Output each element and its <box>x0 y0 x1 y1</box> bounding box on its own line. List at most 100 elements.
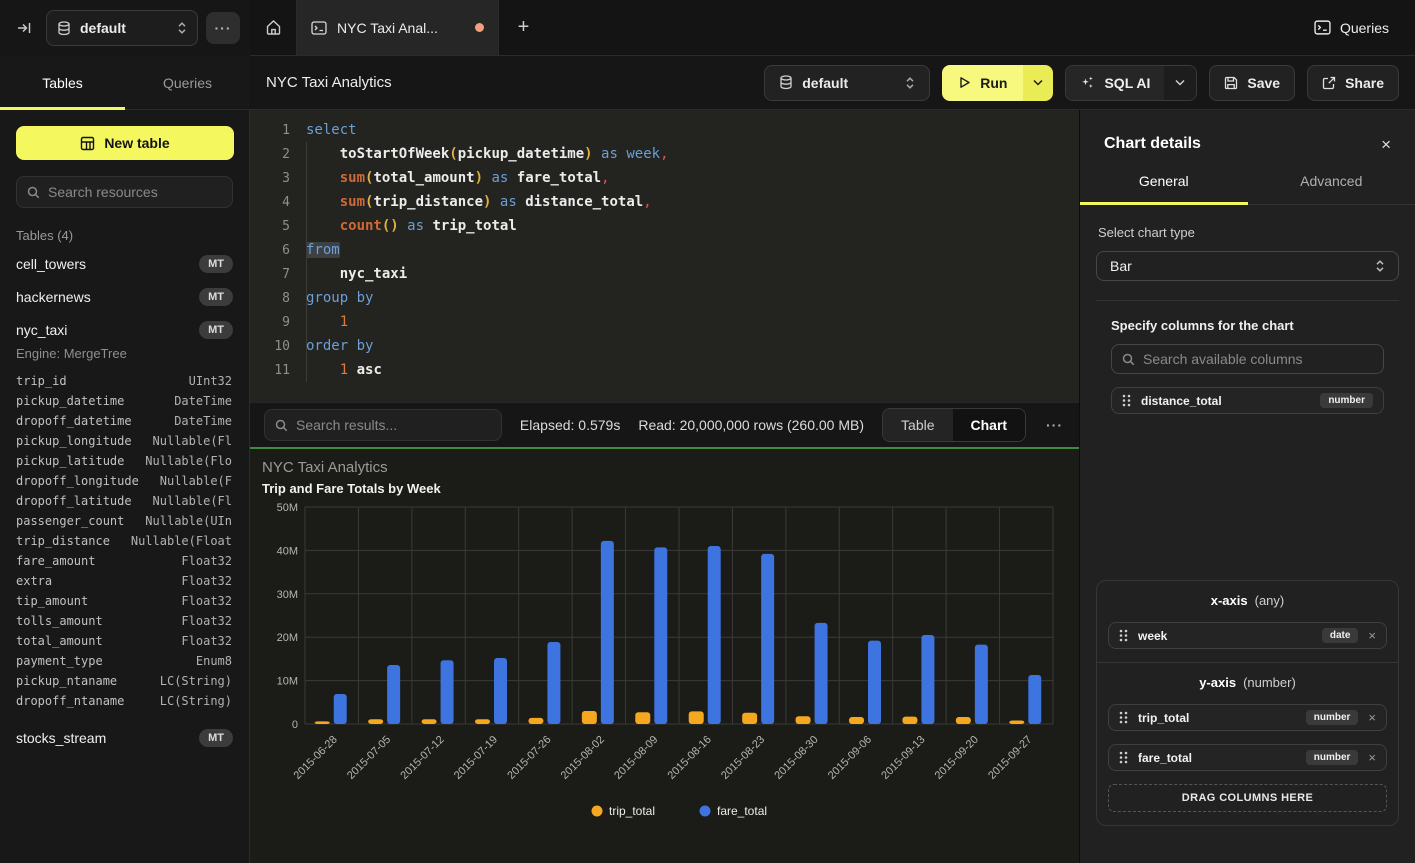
legend-trip-total[interactable]: trip_total <box>609 804 655 818</box>
table-row-hackernews[interactable]: hackernewsMT <box>0 280 249 313</box>
sidebar-tab-queries[interactable]: Queries <box>125 56 250 109</box>
bar-trip-total[interactable] <box>475 719 490 724</box>
sql-ai-options-button[interactable] <box>1164 66 1196 100</box>
remove-column-button[interactable]: × <box>1368 711 1376 724</box>
bar-fare-total[interactable] <box>1028 675 1041 724</box>
sidebar-database-value: default <box>80 20 168 36</box>
drag-handle-icon[interactable] <box>1122 394 1131 407</box>
bar-trip-total[interactable] <box>422 719 437 724</box>
drop-zone[interactable]: DRAG COLUMNS HERE <box>1108 784 1387 812</box>
column-name: dropoff_ntaname <box>16 694 124 708</box>
svg-text:10M: 10M <box>277 676 298 688</box>
bar-trip-total[interactable] <box>849 717 864 724</box>
column-chip-name: week <box>1138 629 1312 643</box>
column-type: Nullable(Fl <box>153 494 232 508</box>
remove-column-button[interactable]: × <box>1368 751 1376 764</box>
bar-fare-total[interactable] <box>387 665 400 724</box>
run-options-button[interactable] <box>1023 65 1053 101</box>
save-button[interactable]: Save <box>1209 65 1295 101</box>
legend-fare-total[interactable]: fare_total <box>717 804 767 818</box>
sql-ai-button[interactable]: SQL AI <box>1066 66 1164 100</box>
table-row-cell_towers[interactable]: cell_towersMT <box>0 247 249 280</box>
bar-trip-total[interactable] <box>689 711 704 724</box>
drag-handle-icon[interactable] <box>1119 629 1128 642</box>
sidebar-tab-tables[interactable]: Tables <box>0 56 125 109</box>
column-name: pickup_latitude <box>16 454 124 468</box>
share-button[interactable]: Share <box>1307 65 1399 101</box>
queries-button[interactable]: Queries <box>1314 20 1389 36</box>
bar-fare-total[interactable] <box>761 554 774 724</box>
bar-fare-total[interactable] <box>547 642 560 724</box>
drag-handle-icon[interactable] <box>1119 711 1128 724</box>
column-name: dropoff_longitude <box>16 474 139 488</box>
table-row-stocks_stream[interactable]: stocks_streamMT <box>0 721 249 754</box>
bar-trip-total[interactable] <box>1009 721 1024 724</box>
bar-fare-total[interactable] <box>868 641 881 724</box>
sql-editor[interactable]: 1select2 toStartOfWeek(pickup_datetime) … <box>250 110 1079 402</box>
bar-trip-total[interactable] <box>368 719 383 724</box>
terminal-icon <box>311 21 327 35</box>
sidebar-more-button[interactable]: ··· <box>206 12 240 44</box>
query-tab-nyc-taxi[interactable]: NYC Taxi Anal... <box>297 0 499 55</box>
home-icon <box>265 19 282 36</box>
bar-fare-total[interactable] <box>601 541 614 724</box>
column-chip-fare_total[interactable]: fare_totalnumber× <box>1108 744 1387 771</box>
tab-general[interactable]: General <box>1080 173 1248 204</box>
new-table-button[interactable]: New table <box>16 126 234 160</box>
columns-search-input[interactable] <box>1143 351 1373 367</box>
bar-trip-total[interactable] <box>528 718 543 724</box>
sidebar-database-selector[interactable]: default <box>46 10 198 46</box>
results-more-button[interactable]: ··· <box>1044 417 1065 433</box>
new-tab-button[interactable]: + <box>499 0 548 55</box>
bar-chart[interactable]: 010M20M30M40M50M2015-06-282015-07-052015… <box>262 500 1067 840</box>
column-row: tolls_amountFloat32 <box>0 611 249 631</box>
bar-fare-total[interactable] <box>708 546 721 724</box>
table-name: cell_towers <box>16 256 86 272</box>
bar-fare-total[interactable] <box>441 660 454 724</box>
run-button[interactable]: Run <box>942 65 1023 101</box>
code-text: order by <box>290 334 373 358</box>
bar-trip-total[interactable] <box>796 716 811 724</box>
column-name: extra <box>16 574 52 588</box>
close-panel-button[interactable]: × <box>1381 136 1391 153</box>
bar-fare-total[interactable] <box>921 635 934 724</box>
view-toggle-table[interactable]: Table <box>883 409 952 441</box>
bar-trip-total[interactable] <box>902 717 917 724</box>
bar-trip-total[interactable] <box>315 721 330 724</box>
x-tick-label: 2015-07-19 <box>452 734 500 782</box>
bar-fare-total[interactable] <box>815 623 828 724</box>
bar-fare-total[interactable] <box>975 645 988 724</box>
home-button[interactable] <box>250 0 297 55</box>
table-list: cell_towersMThackernewsMTnyc_taxiMTEngin… <box>0 247 249 754</box>
column-chip-distance_total[interactable]: distance_totalnumber <box>1111 387 1384 414</box>
bar-fare-total[interactable] <box>494 658 507 724</box>
bar-trip-total[interactable] <box>956 717 971 724</box>
x-axis-items: weekdate× <box>1108 622 1387 649</box>
results-search-input[interactable] <box>296 417 491 433</box>
columns-search <box>1111 344 1384 374</box>
bar-trip-total[interactable] <box>582 711 597 724</box>
bar-trip-total[interactable] <box>742 713 757 724</box>
engine-badge: MT <box>199 729 233 747</box>
resource-search-input[interactable] <box>48 184 222 200</box>
bar-fare-total[interactable] <box>654 547 667 724</box>
tab-advanced[interactable]: Advanced <box>1248 173 1415 204</box>
view-toggle-chart[interactable]: Chart <box>953 409 1026 441</box>
run-database-selector[interactable]: default <box>764 65 930 101</box>
x-tick-label: 2015-08-30 <box>772 734 820 782</box>
column-chip-trip_total[interactable]: trip_totalnumber× <box>1108 704 1387 731</box>
drag-handle-icon[interactable] <box>1119 751 1128 764</box>
chart-details-body: Select chart type Bar Specify columns fo… <box>1080 205 1415 863</box>
column-chip-name: distance_total <box>1141 394 1310 408</box>
sql-console-app: default ··· Tables Queries New table Tab… <box>0 0 1415 863</box>
bar-fare-total[interactable] <box>334 694 347 724</box>
chart-type-select[interactable]: Bar <box>1096 251 1399 281</box>
bar-trip-total[interactable] <box>635 712 650 724</box>
remove-column-button[interactable]: × <box>1368 629 1376 642</box>
save-button-label: Save <box>1247 75 1280 91</box>
code-text: from <box>290 238 340 262</box>
column-chip-week[interactable]: weekdate× <box>1108 622 1387 649</box>
table-row-nyc_taxi[interactable]: nyc_taxiMT <box>0 313 249 346</box>
elapsed-time: Elapsed: 0.579s <box>520 417 620 433</box>
collapse-sidebar-button[interactable] <box>10 14 38 42</box>
